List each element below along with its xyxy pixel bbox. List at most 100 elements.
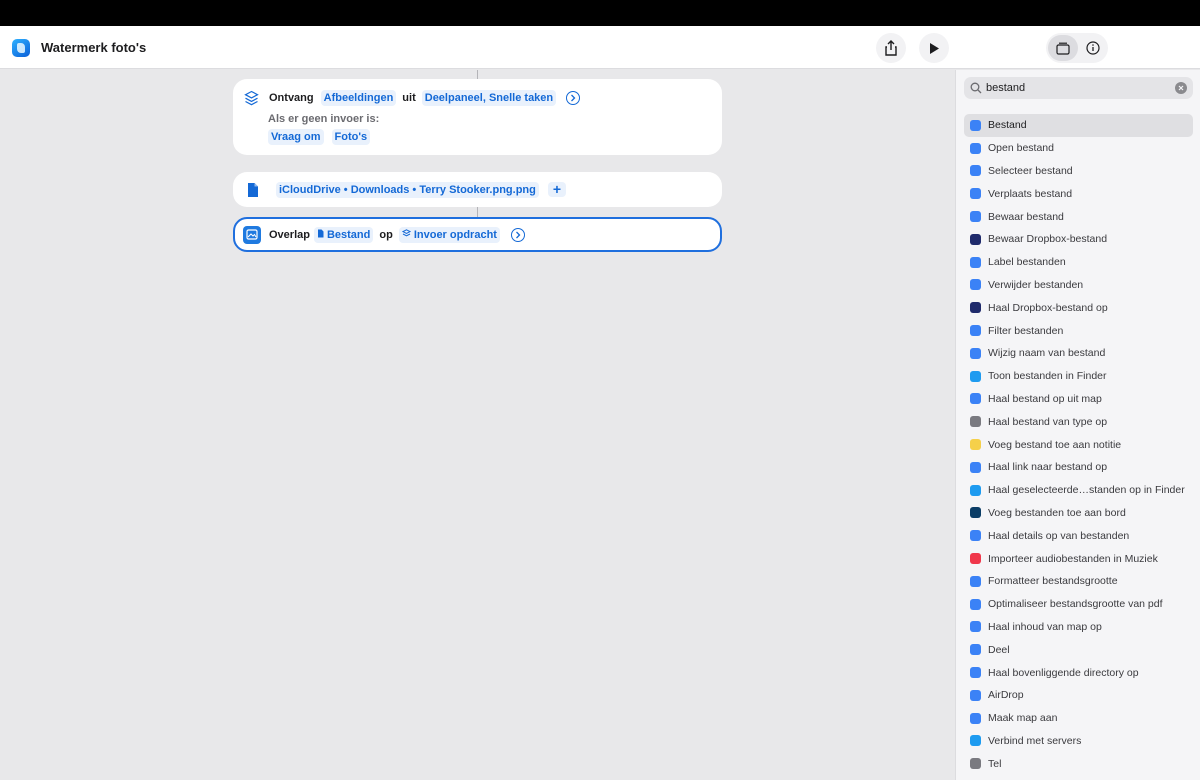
overlay-target-label: Invoer opdracht <box>413 228 497 241</box>
search-result-label: AirDrop <box>988 689 1024 702</box>
connector-line <box>477 207 478 217</box>
airdrop-icon <box>970 689 981 701</box>
layers-icon <box>244 90 259 105</box>
details-panel-button[interactable] <box>1080 35 1106 61</box>
expand-button[interactable] <box>510 227 525 242</box>
overlay-item-token[interactable]: Bestand <box>313 226 374 243</box>
search-result-item[interactable]: Bestand <box>964 114 1193 137</box>
file-icon <box>248 182 258 197</box>
search-result-item[interactable]: Label bestanden <box>964 251 1193 274</box>
search-result-label: Formatteer bestandsgrootte <box>988 575 1118 588</box>
action-library-panel: Bestand Open bestand Selecteer bestand Verp… <box>955 70 1200 780</box>
file-path-token[interactable]: iCloudDrive • Downloads • Terry Stooker.… <box>276 181 539 198</box>
search-result-item[interactable]: Haal Dropbox-bestand op <box>964 296 1193 319</box>
search-result-item[interactable]: Haal geselecteerde…standen op in Finder <box>964 479 1193 502</box>
library-panel-button[interactable] <box>1048 35 1078 61</box>
on-word: op <box>379 228 393 241</box>
file-type-icon <box>970 416 981 428</box>
folder-icon <box>970 188 981 200</box>
search-result-item[interactable]: Optimaliseer bestandsgrootte van pdf <box>964 593 1193 616</box>
info-icon <box>1086 41 1100 55</box>
search-result-item[interactable]: Tel <box>964 752 1193 775</box>
share-button[interactable] <box>876 33 906 63</box>
chevron-right-icon <box>515 231 521 238</box>
overlay-target-token[interactable]: Invoer opdracht <box>398 226 500 243</box>
search-result-label: Bestand <box>988 119 1027 132</box>
share-icon <box>885 40 897 56</box>
search-result-label: Verbind met servers <box>988 734 1082 747</box>
add-variable-button[interactable]: + <box>547 182 567 197</box>
search-result-item[interactable]: AirDrop <box>964 684 1193 707</box>
file-icon <box>970 119 981 131</box>
search-result-label: Maak map aan <box>988 712 1058 725</box>
search-result-item[interactable]: Verbind met servers <box>964 730 1193 753</box>
search-result-label: Toon bestanden in Finder <box>988 370 1107 383</box>
search-result-item[interactable]: Toon bestanden in Finder <box>964 365 1193 388</box>
search-result-item[interactable]: Haal inhoud van map op <box>964 616 1193 639</box>
search-result-item[interactable]: Haal bovenliggende directory op <box>964 661 1193 684</box>
clear-search-button[interactable] <box>1175 82 1187 94</box>
search-result-item[interactable]: Verwijder bestanden <box>964 274 1193 297</box>
search-result-item[interactable]: Deel <box>964 638 1193 661</box>
new-folder-icon <box>970 712 981 724</box>
search-result-item[interactable]: Selecteer bestand <box>964 160 1193 183</box>
finder-icon <box>970 370 981 382</box>
overlay-action-card[interactable]: Overlap Bestand op Invoer opdracht <box>233 217 722 252</box>
search-input[interactable] <box>986 80 1166 96</box>
search-result-label: Importeer audiobestanden in Muziek <box>988 552 1158 565</box>
search-icon <box>970 82 982 94</box>
search-result-item[interactable]: Haal bestand van type op <box>964 410 1193 433</box>
search-result-label: Selecteer bestand <box>988 164 1073 177</box>
search-result-label: Voeg bestand toe aan notitie <box>988 438 1122 451</box>
pdf-optimize-icon <box>970 598 981 610</box>
workflow-canvas: Ontvang Afbeeldingen uit Deelpaneel, Sne… <box>0 70 955 780</box>
search-result-item[interactable]: Wijzig naam van bestand <box>964 342 1193 365</box>
search-result-item[interactable]: Open bestand <box>964 137 1193 160</box>
search-result-item[interactable]: Haal bestand op uit map <box>964 388 1193 411</box>
search-result-label: Haal bestand op uit map <box>988 392 1102 405</box>
search-result-item[interactable]: Filter bestanden <box>964 319 1193 342</box>
notes-icon <box>970 439 981 451</box>
close-icon <box>1178 85 1184 91</box>
search-result-item[interactable]: Verplaats bestand <box>964 182 1193 205</box>
title-bar: Watermerk foto's <box>0 26 1200 69</box>
dropbox-icon <box>970 302 981 314</box>
search-result-label: Haal details op van bestanden <box>988 529 1130 542</box>
search-result-item[interactable]: Bewaar Dropbox-bestand <box>964 228 1193 251</box>
freeform-icon <box>970 507 981 519</box>
from-word: uit <box>402 92 416 104</box>
search-result-label: Haal Dropbox-bestand op <box>988 301 1108 314</box>
receive-input-card[interactable]: Ontvang Afbeeldingen uit Deelpaneel, Sne… <box>233 79 722 155</box>
fallback-action-token[interactable]: Vraag om <box>268 129 324 145</box>
file-icon <box>970 575 981 587</box>
search-result-item[interactable]: Formatteer bestandsgrootte <box>964 570 1193 593</box>
cloud-link-icon <box>970 461 981 473</box>
music-icon <box>970 553 981 565</box>
sources-token[interactable]: Deelpaneel, Snelle taken <box>421 90 557 106</box>
search-result-label: Haal bestand van type op <box>988 415 1108 428</box>
search-result-item[interactable]: Voeg bestanden toe aan bord <box>964 502 1193 525</box>
run-button[interactable] <box>919 33 949 63</box>
search-result-label: Haal inhoud van map op <box>988 620 1102 633</box>
receive-verb: Ontvang <box>269 92 314 104</box>
search-result-label: Filter bestanden <box>988 324 1064 337</box>
chevron-right-icon <box>571 94 576 102</box>
search-result-item[interactable]: Importeer audiobestanden in Muziek <box>964 547 1193 570</box>
open-arrow-icon <box>970 142 981 154</box>
search-result-item[interactable]: Haal details op van bestanden <box>964 524 1193 547</box>
fallback-target-token[interactable]: Foto's <box>331 129 371 145</box>
search-result-label: Open bestand <box>988 142 1054 155</box>
expand-button[interactable] <box>566 91 581 105</box>
finder-icon <box>970 735 981 747</box>
search-result-item[interactable]: Maak map aan <box>964 707 1193 730</box>
search-result-label: Bewaar Dropbox-bestand <box>988 233 1108 246</box>
layers-icon <box>401 228 411 236</box>
search-result-item[interactable]: Haal link naar bestand op <box>964 456 1193 479</box>
input-type-token[interactable]: Afbeeldingen <box>320 90 397 106</box>
search-result-label: Haal link naar bestand op <box>988 461 1108 474</box>
search-result-item[interactable]: Bewaar bestand <box>964 205 1193 228</box>
file-action-card[interactable]: iCloudDrive • Downloads • Terry Stooker.… <box>233 172 722 207</box>
search-result-item[interactable]: Voeg bestand toe aan notitie <box>964 433 1193 456</box>
search-result-label: Label bestanden <box>988 256 1066 269</box>
search-field <box>964 77 1193 99</box>
